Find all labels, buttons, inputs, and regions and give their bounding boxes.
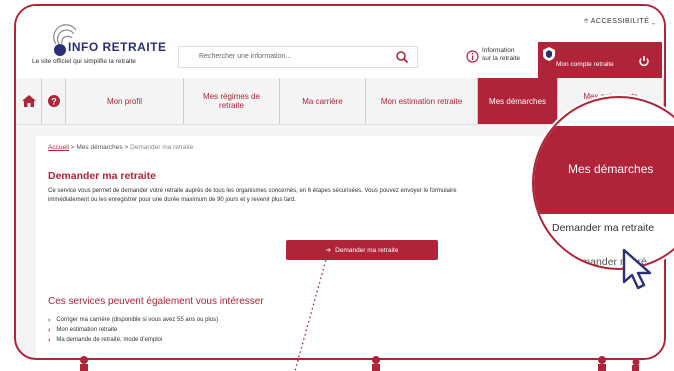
chevron-right-icon: › bbox=[48, 326, 51, 334]
accessibility-label: ACCESSIBILITÉ bbox=[590, 18, 650, 25]
breadcrumb-current: Demander ma retraite bbox=[130, 144, 194, 151]
nav-item-mon-profil[interactable]: Mon profil bbox=[66, 78, 184, 124]
related-service-item[interactable]: › Ma demande de retraite, mode d'emploi bbox=[48, 335, 218, 345]
bottom-figures bbox=[80, 356, 640, 371]
related-service-label: Corriger ma carrière (disponible si vous… bbox=[56, 317, 219, 323]
logo-dot bbox=[54, 44, 66, 56]
related-services-title: Ces services peuvent également vous inté… bbox=[48, 296, 264, 307]
accessibility-icon: ⌾ bbox=[584, 18, 591, 25]
nav-item-mes-regimes[interactable]: Mes régimes de retraite bbox=[184, 78, 280, 124]
related-service-label: Ma demande de retraite, mode d'emploi bbox=[56, 337, 163, 343]
info-link-line1: Information bbox=[482, 47, 515, 54]
cta-label: Demander ma retraite bbox=[335, 246, 399, 254]
related-service-label: Mon estimation retraite bbox=[56, 327, 118, 333]
account-shield-icon bbox=[543, 47, 555, 61]
svg-text:?: ? bbox=[51, 97, 57, 107]
question-icon: ? bbox=[47, 95, 60, 107]
breadcrumb: Accueil > Mes démarches > Demander ma re… bbox=[48, 144, 193, 151]
logo-text: INFO RETRAITE bbox=[68, 40, 167, 54]
page-title: Demander ma retraite bbox=[48, 170, 156, 182]
info-link-line2: sur la retraite bbox=[482, 55, 520, 62]
search-input[interactable]: Rechercher une information... bbox=[178, 46, 418, 68]
arrow-right-icon: ➔ bbox=[325, 247, 332, 254]
search-placeholder: Rechercher une information... bbox=[199, 53, 292, 60]
chevron-right-icon: › bbox=[48, 336, 51, 344]
home-icon[interactable] bbox=[16, 78, 42, 124]
related-service-item[interactable]: › Corriger ma carrière (disponible si vou… bbox=[48, 315, 218, 325]
help-icon[interactable]: ? bbox=[42, 78, 66, 124]
info-icon[interactable] bbox=[466, 50, 479, 63]
house-icon bbox=[21, 95, 36, 107]
nav-item-mon-estimation[interactable]: Mon estimation retraite bbox=[366, 78, 478, 124]
account-button[interactable]: Mon compte retraite bbox=[538, 42, 662, 78]
magnifier-item-demander[interactable]: Demander ma retraite bbox=[552, 222, 654, 234]
search-icon[interactable] bbox=[395, 50, 409, 64]
site-header: INFO RETRAITE Le site officiel qui simpl… bbox=[16, 6, 664, 78]
power-icon[interactable] bbox=[638, 55, 650, 67]
info-link[interactable]: Information sur la retraite bbox=[482, 47, 520, 63]
account-label: Mon compte retraite bbox=[556, 61, 614, 68]
chevron-right-icon: › bbox=[48, 316, 51, 324]
breadcrumb-home[interactable]: Accueil bbox=[48, 144, 69, 151]
accessibility-menu[interactable]: ⌾ ACCESSIBILITÉ ⌄ bbox=[584, 18, 656, 26]
site-tagline: Le site officiel qui simplifie la retrai… bbox=[32, 58, 136, 65]
related-services-list: › Corriger ma carrière (disponible si vou… bbox=[48, 315, 218, 345]
magnifier-title: Mes démarches bbox=[568, 162, 654, 176]
nav-item-ma-carriere[interactable]: Ma carrière bbox=[280, 78, 366, 124]
nav-item-mes-demarches[interactable]: Mes démarches bbox=[478, 78, 558, 124]
breadcrumb-section[interactable]: Mes démarches bbox=[76, 144, 122, 151]
mouse-cursor-icon bbox=[622, 248, 652, 290]
chevron-down-icon: ⌄ bbox=[649, 18, 656, 25]
related-service-item[interactable]: › Mon estimation retraite bbox=[48, 325, 218, 335]
